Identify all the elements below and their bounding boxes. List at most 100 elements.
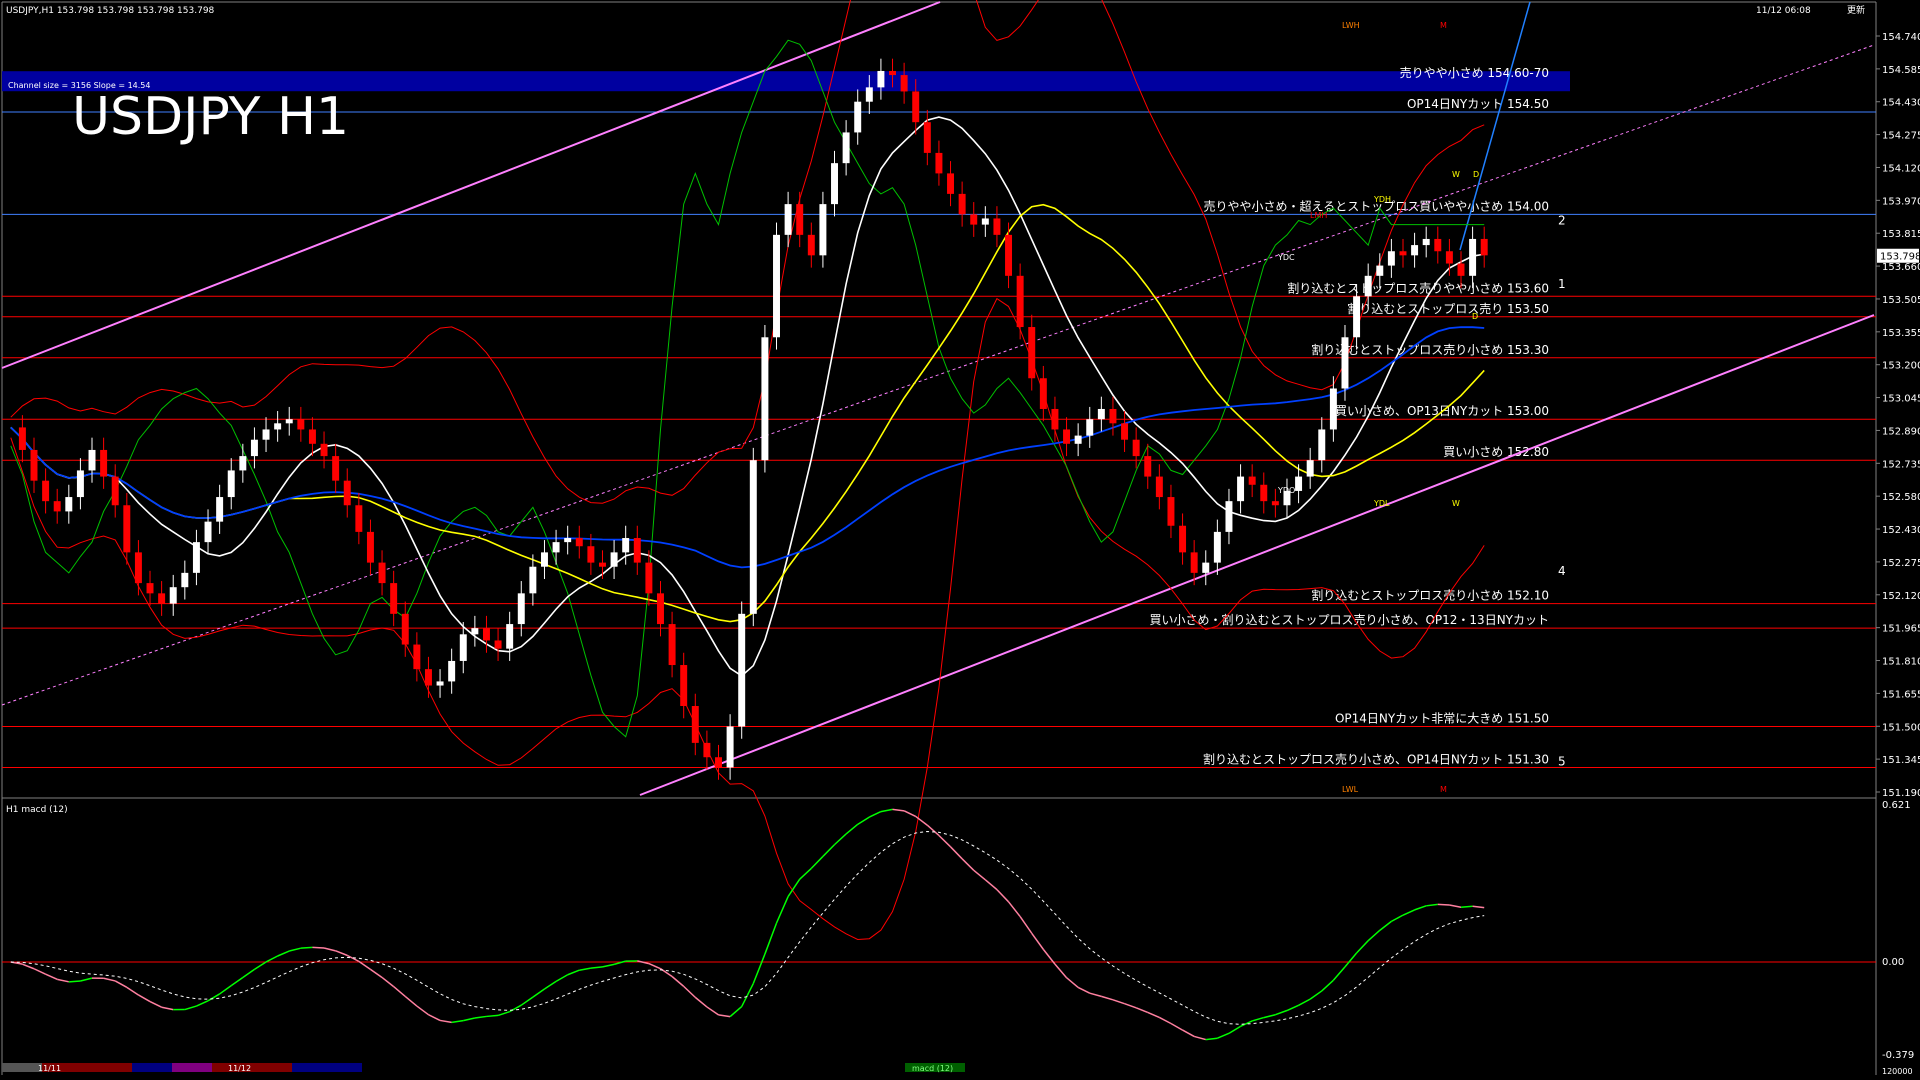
candle-body	[65, 497, 73, 512]
y-tick-label: 153.355	[1882, 328, 1920, 339]
box-label: W	[1452, 170, 1460, 179]
candle-body	[1271, 501, 1279, 506]
candle-body	[761, 337, 769, 461]
candle-body	[1202, 562, 1210, 573]
candle-body	[1132, 439, 1140, 457]
candle-body	[657, 593, 664, 625]
candle-body	[401, 613, 409, 645]
box-label: M	[1440, 21, 1447, 30]
candle-body	[587, 546, 595, 563]
candle-body	[1051, 408, 1059, 430]
candle-body	[1005, 234, 1013, 276]
candle-body	[1155, 476, 1163, 498]
macd-bottom-name: macd (12)	[912, 1064, 953, 1073]
level-label: OP14日NYカット非常に大きめ 151.50	[1335, 711, 1549, 725]
candle-body	[192, 542, 200, 573]
candle-body	[715, 757, 722, 768]
y-tick-label: 152.275	[1882, 558, 1920, 569]
candle-body	[1039, 378, 1047, 409]
candle-body	[691, 706, 699, 743]
y-tick-label: 152.580	[1882, 492, 1920, 503]
candle-body	[216, 497, 224, 522]
candle-body	[564, 538, 572, 543]
wave-label: 2	[1558, 214, 1566, 228]
candle-body	[1399, 251, 1407, 256]
symbol-info: USDJPY,H1 153.798 153.798 153.798 153.79…	[6, 6, 215, 16]
update-label: 更新	[1847, 4, 1865, 16]
box-label: LMH	[1310, 211, 1327, 220]
candle-body	[146, 583, 154, 594]
candle-body	[343, 480, 351, 506]
y-tick-label: 151.345	[1882, 755, 1920, 766]
candle-body	[610, 552, 618, 567]
candle-body	[1179, 525, 1187, 553]
y-tick-label: 154.585	[1882, 65, 1920, 76]
level-label: 売りやや小さめ 154.60-70	[1400, 65, 1549, 80]
wave-label: 5	[1558, 754, 1566, 768]
candle-body	[1364, 275, 1372, 297]
candle-body	[227, 470, 235, 498]
candle-body	[297, 419, 305, 430]
candle-body	[796, 204, 804, 235]
y-tick-label: 151.190	[1882, 788, 1920, 799]
candle-body	[239, 456, 247, 471]
candle-body	[529, 566, 537, 594]
box-label: YDH	[1373, 195, 1391, 204]
level-label: OP14日NYカット 154.50	[1407, 97, 1549, 111]
box-label: M	[1440, 785, 1447, 794]
candle-body	[1063, 429, 1071, 444]
candle-body	[1422, 238, 1430, 246]
candle-body	[1480, 238, 1488, 256]
candle-body	[958, 193, 966, 215]
candle-body	[900, 75, 908, 92]
indicator-title: H1 macd (12)	[6, 805, 68, 815]
candle-body	[575, 538, 583, 547]
level-label: 割り込むとストップロス売り小さめ 152.10	[1311, 588, 1549, 603]
candle-body	[865, 87, 873, 102]
y-tick-label: 152.430	[1882, 525, 1920, 536]
candle-body	[819, 204, 827, 256]
candle-body	[981, 218, 989, 225]
candle-body	[134, 552, 142, 584]
candle-body	[552, 542, 560, 553]
candle-body	[320, 443, 328, 457]
y-tick-label: 151.500	[1882, 722, 1920, 733]
date-label-2: 11/12	[228, 1064, 251, 1073]
candle-body	[1434, 238, 1442, 252]
candle-body	[947, 173, 955, 194]
candle-body	[1144, 456, 1152, 477]
box-label: LWH	[1342, 21, 1360, 30]
candle-body	[413, 644, 421, 670]
y-tick-label: 151.965	[1882, 624, 1920, 635]
candle-body	[1237, 476, 1245, 502]
candle-body	[1225, 501, 1233, 532]
candle-body	[993, 218, 1001, 235]
candle-body	[482, 628, 490, 641]
candle-body	[970, 214, 978, 225]
macd-segment	[68, 980, 81, 983]
candle-body	[854, 101, 862, 133]
candle-body	[1306, 460, 1314, 477]
macd-bottom-label: -0.379	[1882, 1050, 1914, 1061]
candle-body	[18, 427, 26, 450]
candle-body	[599, 562, 606, 567]
candle-body	[76, 470, 84, 498]
candle-body	[506, 624, 514, 649]
wave-label: 1	[1558, 277, 1566, 291]
trading-chart[interactable]: 売りやや小さめ 154.60-70OP14日NYカット 154.50売りやや小さ…	[0, 0, 1920, 1080]
candle-body	[1341, 337, 1349, 389]
candle-body	[1109, 408, 1117, 424]
candle-body	[842, 132, 850, 164]
candle-body	[726, 726, 734, 768]
candle-body	[923, 122, 931, 153]
macd-segment	[300, 946, 313, 949]
level-label: 割り込むとストップロス売りやや小さめ 153.60	[1287, 280, 1549, 295]
datetime-label: 11/12 06:08	[1756, 6, 1811, 16]
candle-body	[1387, 251, 1395, 266]
chart-title: USDJPY H1	[72, 87, 349, 147]
candle-body	[250, 439, 258, 457]
candle-body	[831, 163, 838, 205]
y-tick-label: 154.740	[1882, 32, 1920, 43]
candle-body	[633, 538, 641, 563]
y-tick-label: 153.970	[1882, 196, 1920, 207]
